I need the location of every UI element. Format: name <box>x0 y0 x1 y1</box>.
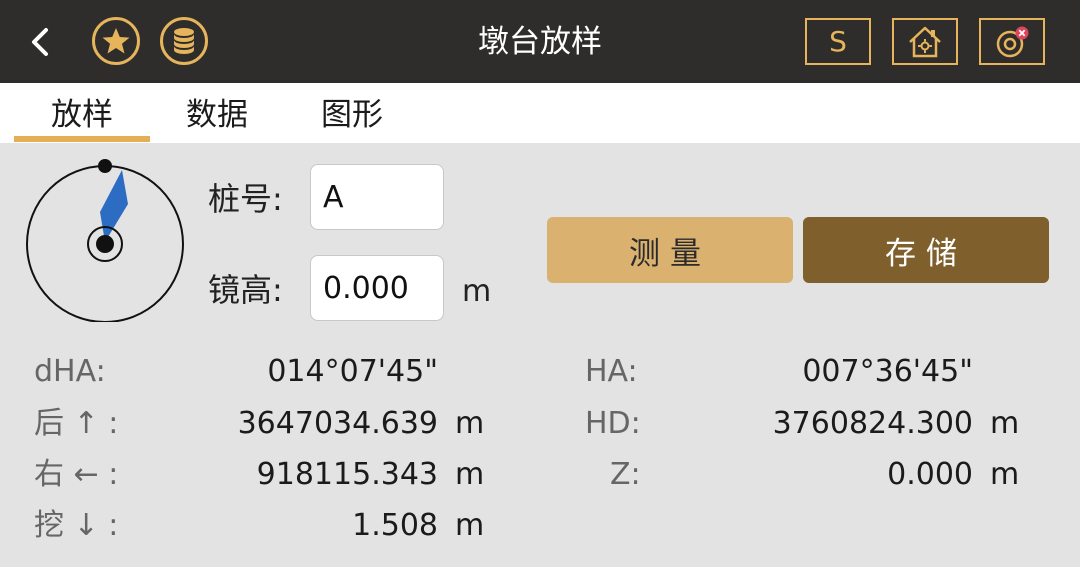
store-button[interactable]: 存储 <box>803 217 1049 283</box>
dha-value: 014°07'45" <box>267 354 438 389</box>
target-close-icon <box>996 26 1029 57</box>
z-unit: m <box>990 457 1020 492</box>
right-offset-unit: m <box>455 457 485 492</box>
hd-label: HD: <box>585 406 641 441</box>
store-button-label: 存储 <box>885 235 967 272</box>
mirror-height-label: 镜高: <box>208 271 283 309</box>
back-offset-unit: m <box>455 406 485 441</box>
cut-value: 1.508 <box>352 508 438 543</box>
direction-needle <box>100 170 128 242</box>
home-settings-icon <box>909 26 941 57</box>
active-tab-indicator <box>14 136 150 142</box>
z-label: Z: <box>610 457 641 492</box>
right-offset-label: 右 ← : <box>34 457 119 492</box>
back-offset-label: 后 ↑ : <box>34 406 119 441</box>
ha-label: HA: <box>585 354 638 389</box>
z-value: 0.000 <box>887 457 973 492</box>
tab-graphics[interactable]: 图形 <box>308 93 396 137</box>
compass-dial <box>26 159 184 322</box>
measure-button[interactable]: 测量 <box>547 217 793 283</box>
tab-stakeout[interactable]: 放样 <box>38 93 126 137</box>
back-offset-value: 3647034.639 <box>237 406 438 441</box>
top-bar: 墩台放样 S <box>0 0 1080 83</box>
s-button[interactable]: S <box>805 18 871 65</box>
cut-unit: m <box>455 508 485 543</box>
hd-value: 3760824.300 <box>772 406 973 441</box>
stake-label: 桩号: <box>208 180 283 218</box>
tab-bar: 放样 数据 图形 <box>0 83 1080 143</box>
compass-north-marker <box>98 159 112 173</box>
ha-value: 007°36'45" <box>802 354 973 389</box>
hd-unit: m <box>990 406 1020 441</box>
stake-input[interactable] <box>310 164 444 230</box>
tab-data[interactable]: 数据 <box>173 93 261 137</box>
cut-label: 挖 ↓ : <box>34 508 119 543</box>
mirror-height-unit: m <box>462 274 492 309</box>
target-button[interactable] <box>979 18 1045 65</box>
dha-label: dHA: <box>34 354 106 389</box>
right-offset-value: 918115.343 <box>256 457 438 492</box>
home-settings-button[interactable] <box>892 18 958 65</box>
s-button-label: S <box>829 25 847 58</box>
measure-button-label: 测量 <box>629 235 711 272</box>
mirror-height-input[interactable] <box>310 255 444 321</box>
